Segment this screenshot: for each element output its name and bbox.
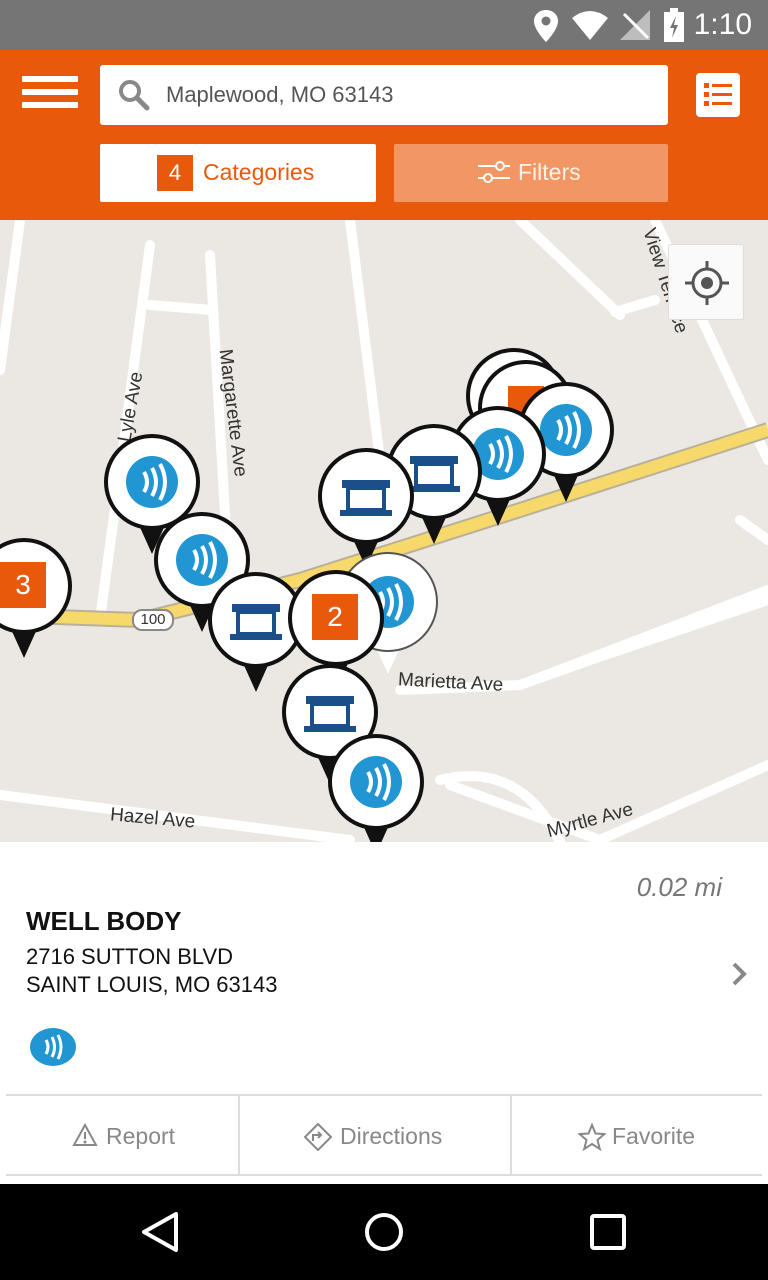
directions-icon [304,1123,332,1151]
categories-label: Categories [203,159,315,185]
system-nav-bar [0,1184,768,1280]
no-signal-icon [620,10,650,40]
contactless-icon [30,1028,76,1066]
cluster-count-badge: 2 [312,594,358,640]
contactless-icon [350,756,402,808]
crosshair-icon [685,261,729,305]
cluster-pin[interactable]: 3 [0,538,76,668]
address-line-1: 2716 SUTTON BLVD [26,944,234,969]
my-location-button[interactable] [668,244,744,320]
directions-button[interactable]: Directions [240,1096,512,1176]
location-name: WELL BODY [26,906,182,936]
contactless-icon [126,456,178,508]
action-bar: Report Directions Favorite [6,1094,762,1176]
battery-icon [664,8,684,42]
hamburger-menu-icon[interactable] [22,76,78,116]
search-icon [119,80,150,111]
cluster-count-badge: 3 [0,562,46,608]
distance-label: 0.02 mi [636,872,722,902]
contactless-pin[interactable] [328,734,428,842]
categories-count-badge: 4 [157,155,193,191]
search-bar[interactable] [100,65,668,125]
address-line-2: SAINT LOUIS, MO 63143 [26,972,278,997]
filters-label: Filters [518,159,581,185]
back-icon[interactable] [136,1208,184,1256]
categories-button[interactable]: 4 Categories [100,144,376,202]
filters-button[interactable]: Filters [394,144,668,202]
report-button[interactable]: Report [6,1096,240,1176]
wifi-icon [572,11,608,40]
sliders-icon [478,161,510,183]
chevron-right-icon[interactable] [730,960,750,988]
app-header: 4 Categories Filters [0,50,768,220]
atm-icon [230,604,282,640]
favorite-label: Favorite [612,1123,696,1149]
location-status-icon [534,10,558,42]
status-time: 1:10 [693,8,752,41]
status-bar: 1:10 [0,0,768,50]
favorite-button[interactable]: Favorite [512,1096,762,1176]
atm-icon [340,480,392,516]
report-label: Report [106,1123,176,1149]
warning-icon [72,1123,98,1146]
recents-icon[interactable] [584,1208,632,1256]
atm-icon [304,696,356,732]
search-input[interactable] [166,75,646,115]
map-view[interactable]: Lyle Ave Margarette Ave View Terrace Mar… [0,220,768,842]
home-icon[interactable] [360,1208,408,1256]
star-icon [578,1123,606,1151]
list-view-icon[interactable] [696,73,740,117]
location-detail-card[interactable]: 0.02 mi WELL BODY 2716 SUTTON BLVD SAINT… [0,842,768,1182]
directions-label: Directions [340,1123,443,1149]
